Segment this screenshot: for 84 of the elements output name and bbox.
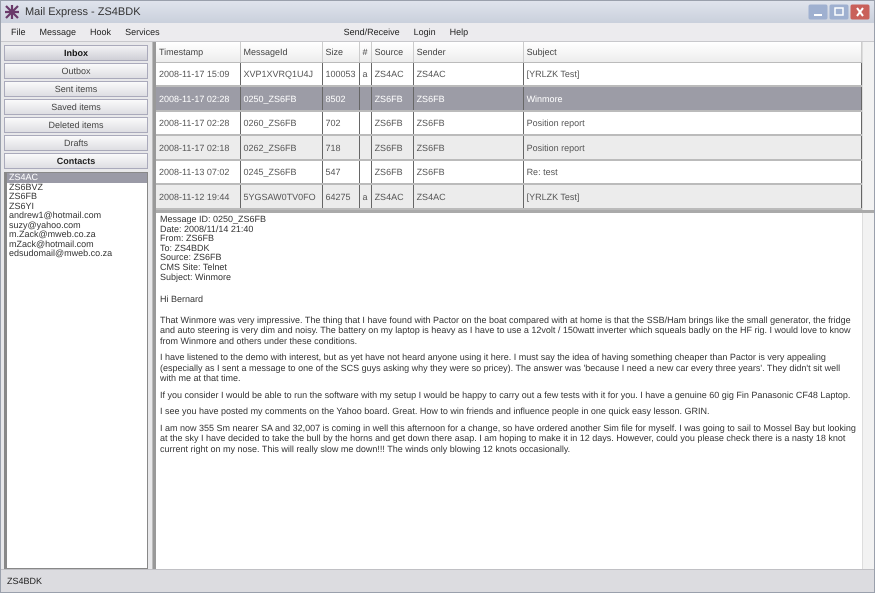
table-cell: 0250_ZS6FB <box>244 94 297 104</box>
greeting: Hi Bernard <box>160 294 204 305</box>
header-line: To: ZS4BDK <box>160 244 211 254</box>
table-cell: 718 <box>326 142 341 153</box>
table-cell: ZS6FB <box>374 167 403 178</box>
folder-button[interactable]: Inbox <box>4 45 148 61</box>
contacts-button[interactable]: Contacts <box>4 153 148 169</box>
contact-item[interactable]: mZack@hotmail.com <box>7 240 147 249</box>
table-cell: Position report <box>526 118 585 128</box>
menu-item[interactable]: Login <box>410 27 446 37</box>
folder-button[interactable]: Sent items <box>4 81 148 97</box>
table-cell: ZS6FB <box>374 118 403 128</box>
contact-item[interactable]: ZS6FB <box>7 192 147 202</box>
column-header[interactable]: MessageId <box>240 42 322 62</box>
table-cell: XVP1XVRQ1U4J <box>244 69 314 80</box>
table-cell: ZS4AC <box>416 192 446 202</box>
table-cell: 100053 <box>326 69 356 80</box>
table-cell: 5YGSAW0TV0FO <box>244 192 316 202</box>
contact-item[interactable]: ZS6YI <box>7 202 147 211</box>
table-cell: 2008-11-17 02:28 <box>159 118 230 128</box>
contact-item[interactable]: ZS6BVZ <box>7 182 147 192</box>
folder-button[interactable]: Saved items <box>4 99 148 115</box>
table-cell: 0245_ZS6FB <box>244 167 297 178</box>
table-cell: 8502 <box>326 94 346 104</box>
menu-item[interactable]: Send/Receive <box>340 27 410 37</box>
header-line: From: ZS6FB <box>160 234 216 244</box>
table-cell: Re: test <box>526 167 558 178</box>
message-paragraph: I am now 355 Sm nearer SA and 32,007 is coming in well this afternoon for a change, so have ordered another Sim file for myself. I was going to sail to Mossel Bay but looking at the sky I have decided to take the bull by the horns and get down there asap. I am hoping to make it in 12 days. However, could you please check there is a nasty 18 knot current right on my nose. This will really slow me down!!! The winds only blowing 12 knots occasionally. <box>160 422 857 454</box>
table-cell: ZS6FB <box>416 142 445 153</box>
table-cell: 547 <box>326 167 341 178</box>
message-paragraph: That Winmore was very impressive. The thing that I have found with Pactor on the boat compared with at home is that the SSB/Ham brings like the small generator, the fridge and auto steering is very dim and noisy. The battery on my laptop is heavy as I have to use a 12volt / 150watt inverter which squeals badly on the HF rig. I would love to know from Winmore and others under these conditions. <box>160 314 852 346</box>
contact-item[interactable]: m.Zack@mweb.co.za <box>7 230 147 240</box>
column-header[interactable]: Subject <box>523 42 862 62</box>
folder-button[interactable]: Drafts <box>4 135 148 151</box>
header-line: Source: ZS6FB <box>160 253 223 263</box>
menu-item[interactable]: Services <box>121 27 170 37</box>
status-text: ZS4BDK <box>7 576 42 586</box>
table-cell: 64275 <box>326 192 351 202</box>
message-paragraph: I have listened to the demo with interest, but as yet have not heard anyone using it here. I must say the idea of having something cheaper than Pactor is very appealing (especially as I sent a message to one of the SCS guys asking why they were so pricey). The answer was 'because I need a new car every three years'. They didn't sit well with me at that time. <box>160 352 842 384</box>
menu-item[interactable]: Hook <box>86 27 122 37</box>
table-cell: ZS6FB <box>416 118 445 128</box>
table-cell: ZS4AC <box>374 69 404 80</box>
folder-button[interactable]: Deleted items <box>4 117 148 133</box>
contact-item[interactable]: andrew1@hotmail.com <box>7 211 147 220</box>
table-cell: 0262_ZS6FB <box>244 142 297 153</box>
column-header[interactable]: Source <box>371 42 414 62</box>
message-row[interactable]: 2008-11-12 19:44 5YGSAW0TV0FO 64275 a ZS4AC ZS4AC [YRLZK Test] <box>156 184 862 209</box>
table-cell: 2008-11-17 15:09 <box>159 69 230 80</box>
column-header[interactable]: # <box>359 42 372 62</box>
table-cell: [YRLZK Test] <box>526 69 580 80</box>
table-cell: ZS4AC <box>374 192 404 202</box>
table-cell: Winmore <box>526 94 563 104</box>
menu-item[interactable]: Help <box>446 27 478 37</box>
menu-item[interactable]: Message <box>36 27 86 37</box>
column-header[interactable]: Sender <box>413 42 524 62</box>
message-paragraph: If you consider I would be able to run the software with my setup I would be happy to carry out a few tests with it for you. I have a genuine 60 gig Fin Panasonic CF48 Laptop. <box>160 390 852 400</box>
table-cell: [YRLZK Test] <box>526 192 580 202</box>
table-cell: 2008-11-13 07:02 <box>159 167 230 178</box>
table-cell: 2008-11-12 19:44 <box>159 192 230 202</box>
table-cell: a <box>362 192 368 202</box>
table-cell: 702 <box>326 118 341 128</box>
window-title: Mail Express - ZS4BDK <box>25 6 141 18</box>
table-cell: ZS6FB <box>374 94 403 104</box>
contact-item[interactable]: suzy@yahoo.com <box>7 220 147 230</box>
table-cell: 2008-11-17 02:28 <box>159 94 230 104</box>
message-paragraph: I see you have posted my comments on the Yahoo board. Great. How to win friends and influence people in one quick easy lesson. GRIN. <box>160 406 710 417</box>
header-line: Subject: Winmore <box>160 272 232 282</box>
column-header[interactable]: Size <box>322 42 360 62</box>
table-cell: 0260_ZS6FB <box>244 118 297 128</box>
table-cell: a <box>362 69 368 80</box>
folder-button[interactable]: Outbox <box>4 63 148 79</box>
table-cell: 2008-11-17 02:18 <box>159 142 230 153</box>
table-cell: ZS6FB <box>374 142 403 153</box>
contact-item[interactable]: edsudomail@mweb.co.za <box>7 249 147 258</box>
header-line: Message ID: 0250_ZS6FB <box>160 215 268 225</box>
table-cell: ZS4AC <box>416 69 446 80</box>
menu-item[interactable]: File <box>7 27 36 37</box>
table-cell: Position report <box>526 142 585 153</box>
table-cell: ZS6FB <box>416 94 445 104</box>
column-header[interactable]: Timestamp <box>156 42 240 62</box>
header-line: CMS Site: Telnet <box>160 262 228 273</box>
table-cell: ZS6FB <box>416 167 445 178</box>
header-line: Date: 2008/11/14 21:40 <box>160 224 254 234</box>
message-row[interactable]: 2008-11-17 02:18 0262_ZS6FB 718 ZS6FB ZS6FB Position report <box>156 135 862 160</box>
